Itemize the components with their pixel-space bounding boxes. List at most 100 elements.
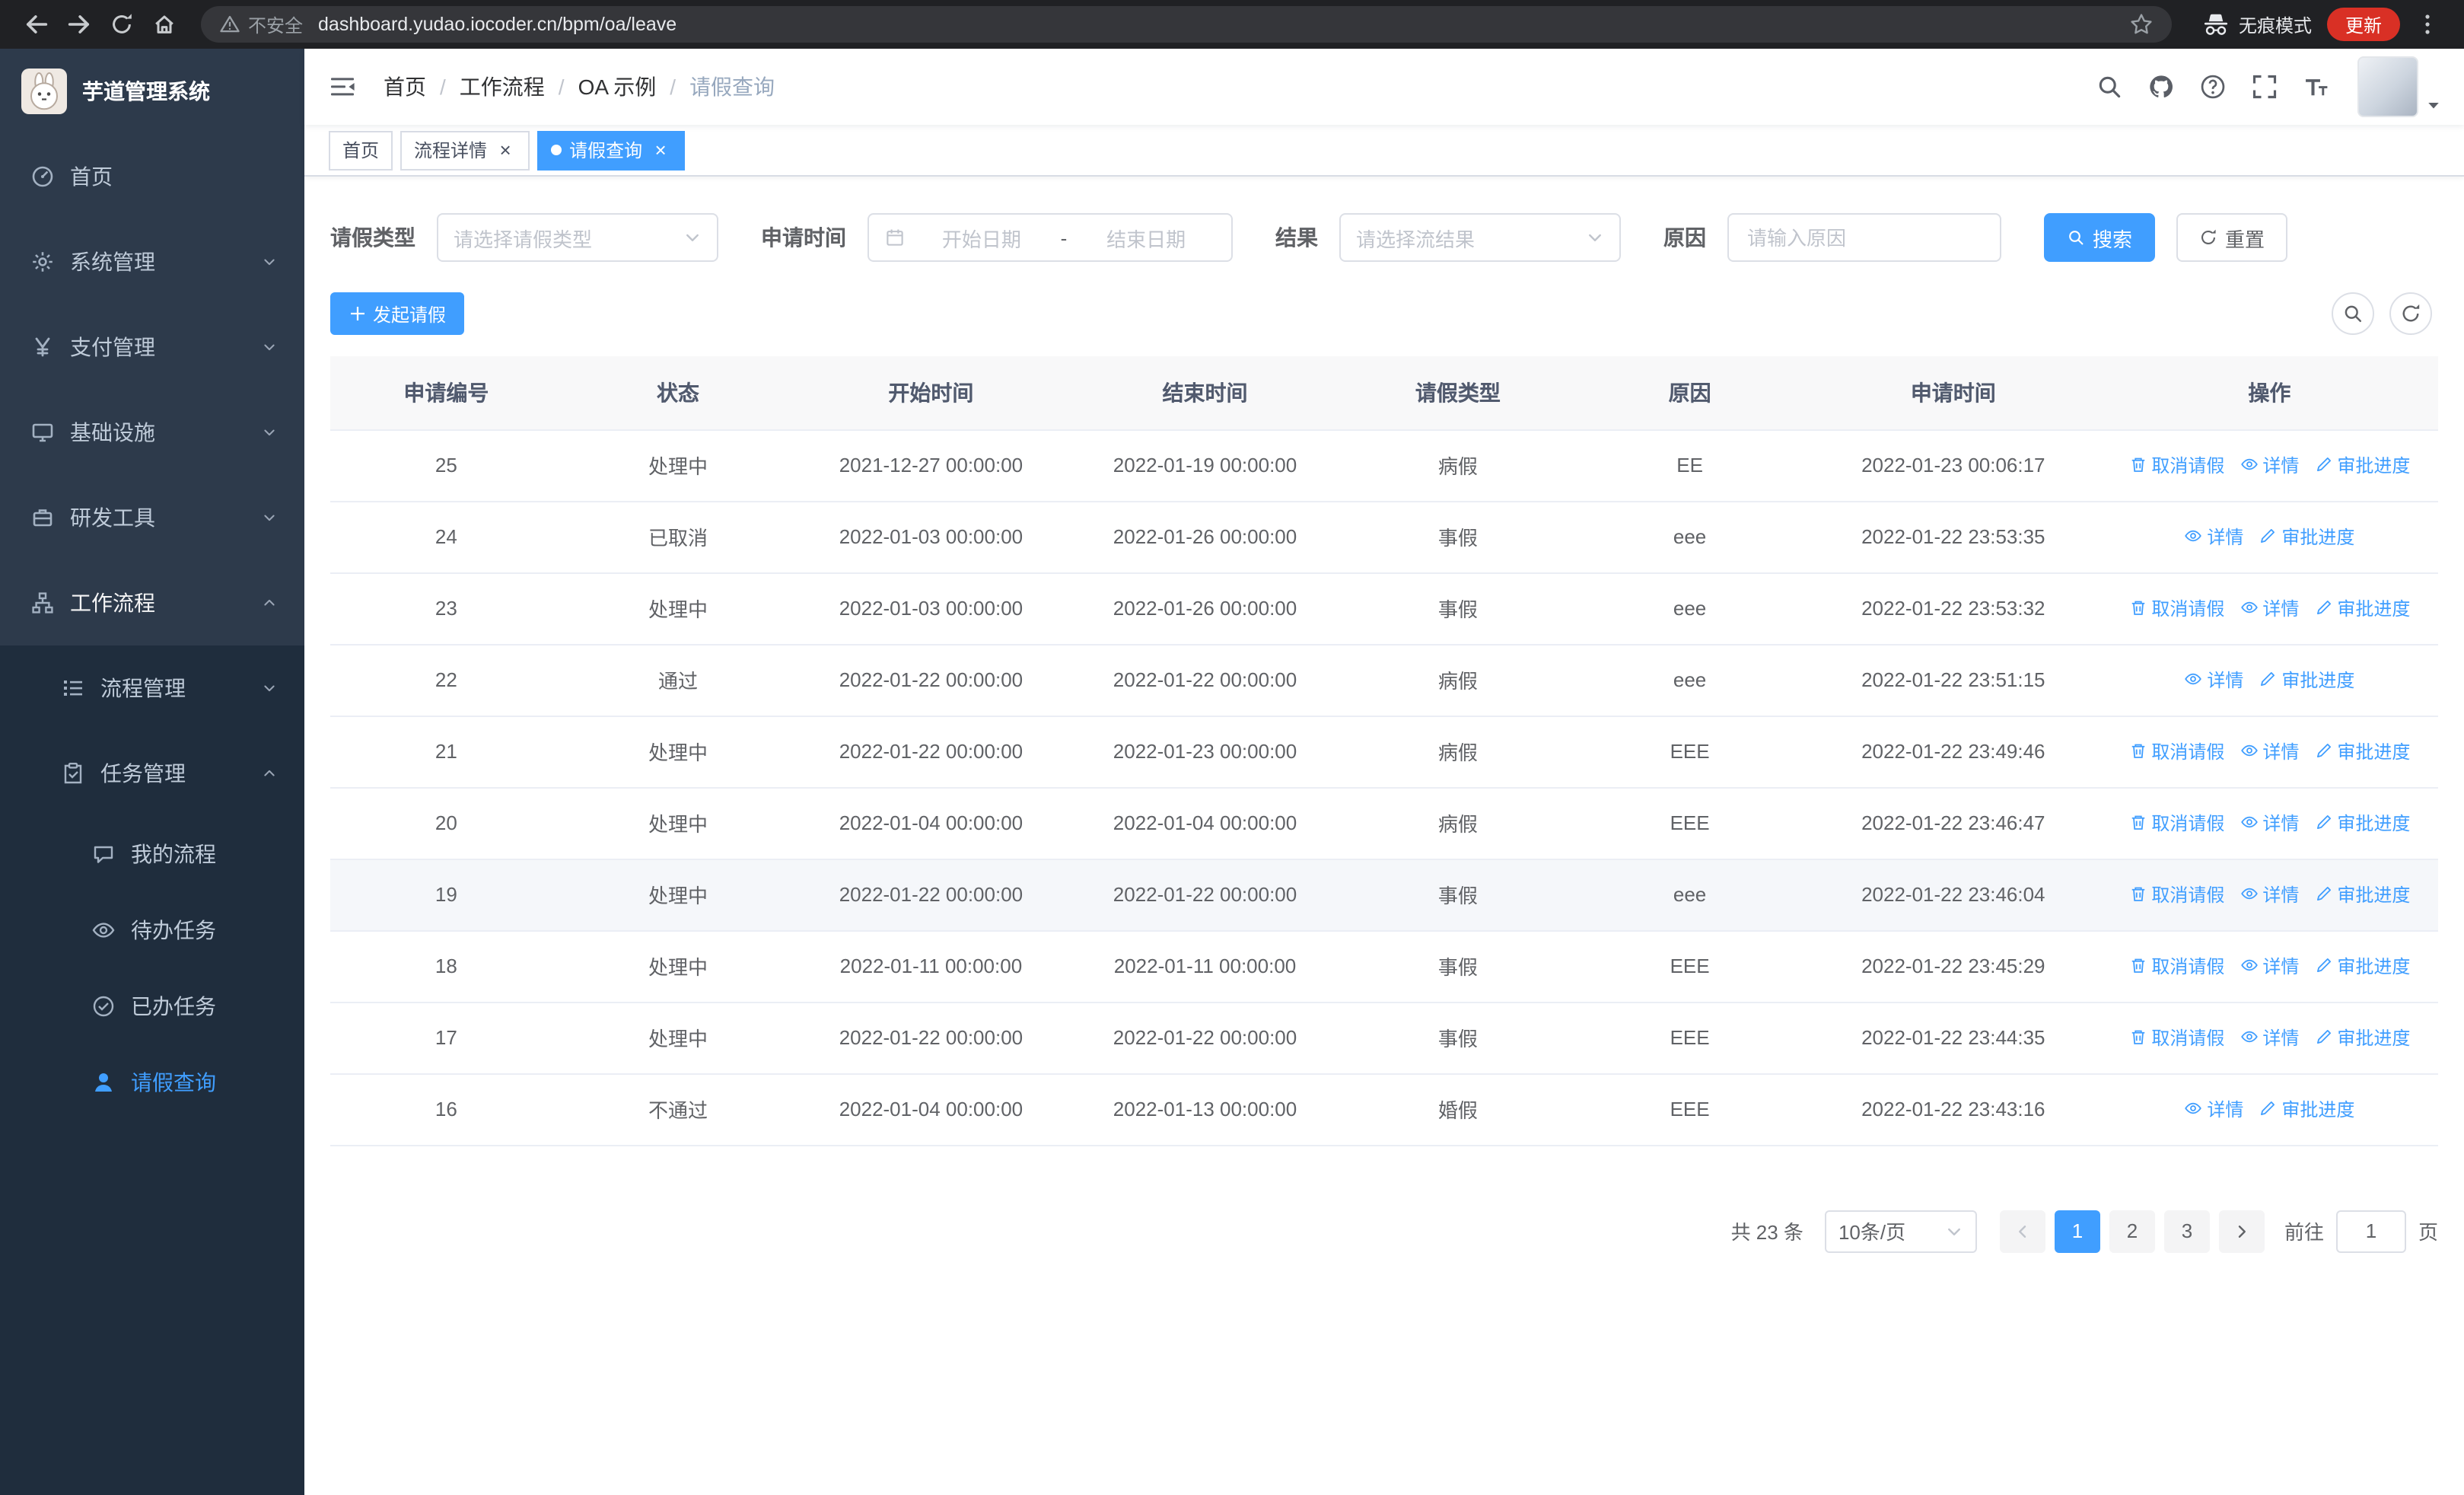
cancel-action[interactable]: 取消请假 [2128,953,2224,979]
sidebar-item-leave-query[interactable]: 请假查询 [0,1044,304,1120]
reason-input[interactable] [1747,226,1982,249]
detail-action[interactable]: 详情 [2240,810,2299,836]
detail-action[interactable]: 详情 [2184,667,2243,693]
tab-home[interactable]: 首页 [329,130,393,170]
reset-button[interactable]: 重置 [2176,213,2288,262]
cancel-action[interactable]: 取消请假 [2128,881,2224,907]
progress-action[interactable]: 审批进度 [2314,738,2410,764]
github-button[interactable] [2135,49,2187,125]
prev-page-button[interactable] [1999,1210,2045,1252]
progress-action[interactable]: 审批进度 [2259,524,2354,550]
progress-action[interactable]: 审批进度 [2314,881,2410,907]
browser-forward-button[interactable] [58,3,100,46]
bookmark-star-icon[interactable] [2129,12,2154,37]
close-icon[interactable]: × [495,139,516,161]
detail-action[interactable]: 详情 [2240,595,2299,621]
progress-action[interactable]: 审批进度 [2314,595,2410,621]
sidebar-item-label: 我的流程 [131,842,216,866]
search-button[interactable]: 搜索 [2044,213,2156,262]
browser-back-button[interactable] [15,3,58,46]
progress-action[interactable]: 审批进度 [2259,667,2354,693]
cancel-action[interactable]: 取消请假 [2128,738,2224,764]
progress-action[interactable]: 审批进度 [2259,1096,2354,1122]
detail-action[interactable]: 详情 [2184,524,2243,550]
sidebar-item-dev-tools[interactable]: 研发工具 [0,475,304,560]
workflow-icon [30,591,55,615]
help-button[interactable] [2187,49,2239,125]
browser-home-button[interactable] [143,3,186,46]
sidebar-item-system-management[interactable]: 系统管理 [0,219,304,304]
tab-leave-query[interactable]: 请假查询 × [537,130,686,170]
breadcrumb-item[interactable]: 工作流程 [460,72,545,102]
page-1-button[interactable]: 1 [2054,1210,2100,1252]
cancel-action[interactable]: 取消请假 [2128,810,2224,836]
table-row[interactable]: 21 处理中 2022-01-22 00:00:00 2022-01-23 00:00… [330,716,2438,788]
table-row[interactable]: 24 已取消 2022-01-03 00:00:00 2022-01-26 00:00… [330,501,2438,573]
breadcrumb-separator: / [440,75,446,99]
page-3-button[interactable]: 3 [2163,1210,2210,1252]
progress-action[interactable]: 审批进度 [2314,1025,2410,1050]
sidebar-item-todo-tasks[interactable]: 待办任务 [0,892,304,968]
cell-id: 24 [330,501,562,573]
breadcrumb-item[interactable]: 首页 [384,72,426,102]
sidebar-item-task-management[interactable]: 任务管理 [0,731,304,816]
font-size-button[interactable] [2291,49,2342,125]
breadcrumb-item[interactable]: OA 示例 [578,72,657,102]
user-icon [91,1070,116,1095]
table-row[interactable]: 16 不通过 2022-01-04 00:00:00 2022-01-13 00:00… [330,1073,2438,1146]
detail-action[interactable]: 详情 [2240,1025,2299,1050]
cancel-action[interactable]: 取消请假 [2128,452,2224,478]
sidebar-item-workflow[interactable]: 工作流程 [0,560,304,645]
detail-action[interactable]: 详情 [2240,452,2299,478]
cell-leave-type: 事假 [1342,1002,1574,1074]
table-row[interactable]: 23 处理中 2022-01-03 00:00:00 2022-01-26 00:00… [330,572,2438,645]
detail-action[interactable]: 详情 [2240,881,2299,907]
page-size-select[interactable]: 10条/页 [1824,1210,1977,1252]
header-search-button[interactable] [2084,49,2135,125]
sidebar-item-my-process[interactable]: 我的流程 [0,816,304,892]
security-status[interactable]: 不安全 [219,11,303,37]
detail-action[interactable]: 详情 [2240,953,2299,979]
detail-action[interactable]: 详情 [2184,1096,2243,1122]
next-page-button[interactable] [2218,1210,2265,1252]
cancel-action[interactable]: 取消请假 [2128,1025,2224,1050]
table-row[interactable]: 19 处理中 2022-01-22 00:00:00 2022-01-22 00:00… [330,859,2438,931]
cell-apply-time: 2022-01-23 00:06:17 [1805,429,2101,502]
browser-menu-button[interactable] [2406,3,2449,46]
table-row[interactable]: 22 通过 2022-01-22 00:00:00 2022-01-22 00:00:… [330,644,2438,716]
fullscreen-button[interactable] [2239,49,2291,125]
sidebar-toggle-button[interactable] [304,73,380,100]
address-bar[interactable]: 不安全 dashboard.yudao.iocoder.cn/bpm/oa/le… [201,6,2172,43]
user-avatar[interactable] [2357,56,2418,117]
refresh-table-button[interactable] [2389,292,2432,335]
sidebar-item-payment-management[interactable]: 支付管理 [0,304,304,390]
browser-reload-button[interactable] [100,3,143,46]
security-label: 不安全 [248,14,304,36]
sidebar-item-infrastructure[interactable]: 基础设施 [0,390,304,475]
progress-action[interactable]: 审批进度 [2314,810,2410,836]
detail-action[interactable]: 详情 [2240,738,2299,764]
table-row[interactable]: 18 处理中 2022-01-11 00:00:00 2022-01-11 00:00… [330,930,2438,1003]
sidebar-item-process-management[interactable]: 流程管理 [0,645,304,731]
progress-action[interactable]: 审批进度 [2314,452,2410,478]
tags-view-bar: 首页 流程详情 × 请假查询 × [304,125,2464,177]
table-row[interactable]: 17 处理中 2022-01-22 00:00:00 2022-01-22 00:00… [330,1002,2438,1074]
sidebar-item-done-tasks[interactable]: 已办任务 [0,968,304,1044]
create-leave-button[interactable]: 发起请假 [330,292,465,335]
apply-time-range-picker[interactable]: 开始日期 - 结束日期 [867,213,1233,262]
action-label: 详情 [2262,741,2300,763]
leave-type-select[interactable]: 请选择请假类型 [437,213,718,262]
result-select[interactable]: 请选择流结果 [1339,213,1621,262]
cancel-action[interactable]: 取消请假 [2128,595,2224,621]
caret-down-icon[interactable] [2424,96,2443,114]
tab-process-detail[interactable]: 流程详情 × [400,130,530,170]
page-2-button[interactable]: 2 [2109,1210,2155,1252]
toggle-search-button[interactable] [2332,292,2374,335]
sidebar-item-home[interactable]: 首页 [0,134,304,219]
goto-page-input[interactable] [2335,1210,2406,1252]
browser-update-button[interactable]: 更新 [2326,8,2400,41]
table-row[interactable]: 25 处理中 2021-12-27 00:00:00 2022-01-19 00:00… [330,429,2438,502]
close-icon[interactable]: × [650,139,671,161]
progress-action[interactable]: 审批进度 [2314,953,2410,979]
table-row[interactable]: 20 处理中 2022-01-04 00:00:00 2022-01-04 00:00… [330,787,2438,859]
